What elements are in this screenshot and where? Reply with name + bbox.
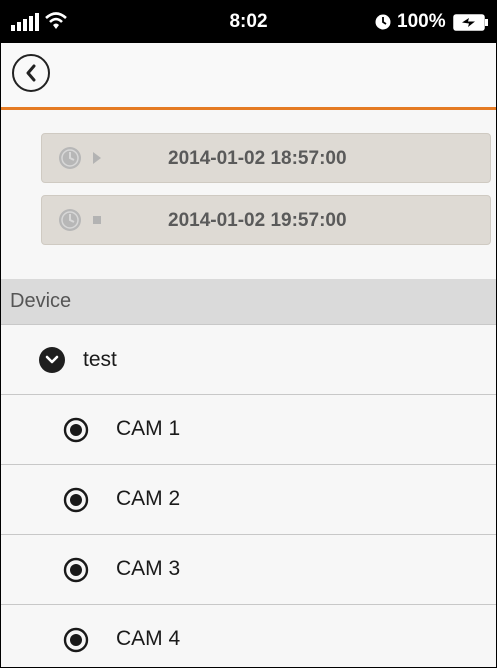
camera-row-cam-1[interactable]: CAM 1 bbox=[1, 395, 496, 465]
app-frame: 8:02 100% 2014-01-02 18:57:00 2014-01-02… bbox=[0, 0, 497, 668]
battery-icon bbox=[453, 14, 488, 31]
end-time-value: 2014-01-02 19:57:00 bbox=[168, 210, 347, 231]
device-row[interactable]: test bbox=[1, 325, 496, 395]
device-section-header: Device bbox=[1, 279, 496, 325]
clock-icon bbox=[59, 209, 81, 231]
nav-bar bbox=[1, 43, 496, 110]
radio-camera-icon[interactable] bbox=[63, 417, 89, 443]
alarm-icon bbox=[375, 14, 391, 30]
camera-label: CAM 4 bbox=[116, 627, 181, 650]
clock-icon bbox=[59, 147, 81, 169]
radio-camera-icon[interactable] bbox=[63, 627, 89, 653]
battery-percentage: 100% bbox=[397, 11, 446, 32]
radio-camera-icon[interactable] bbox=[63, 487, 89, 513]
camera-row-cam-3[interactable]: CAM 3 bbox=[1, 535, 496, 605]
status-bar: 8:02 100% bbox=[1, 1, 496, 43]
chevron-left-icon bbox=[26, 64, 36, 82]
camera-label: CAM 3 bbox=[116, 557, 181, 580]
camera-row-cam-2[interactable]: CAM 2 bbox=[1, 465, 496, 535]
start-time-field[interactable]: 2014-01-02 18:57:00 bbox=[41, 133, 491, 183]
camera-label: CAM 2 bbox=[116, 487, 181, 510]
stop-icon bbox=[93, 216, 101, 224]
radio-camera-icon[interactable] bbox=[63, 557, 89, 583]
section-title: Device bbox=[10, 290, 72, 312]
end-time-field[interactable]: 2014-01-02 19:57:00 bbox=[41, 195, 491, 245]
camera-label: CAM 1 bbox=[116, 417, 181, 440]
play-icon bbox=[93, 152, 101, 164]
camera-row-cam-4[interactable]: CAM 4 bbox=[1, 605, 496, 667]
chevron-down-icon[interactable] bbox=[39, 347, 65, 373]
device-name: test bbox=[83, 348, 117, 371]
start-time-value: 2014-01-02 18:57:00 bbox=[168, 148, 347, 169]
back-button[interactable] bbox=[12, 54, 50, 92]
